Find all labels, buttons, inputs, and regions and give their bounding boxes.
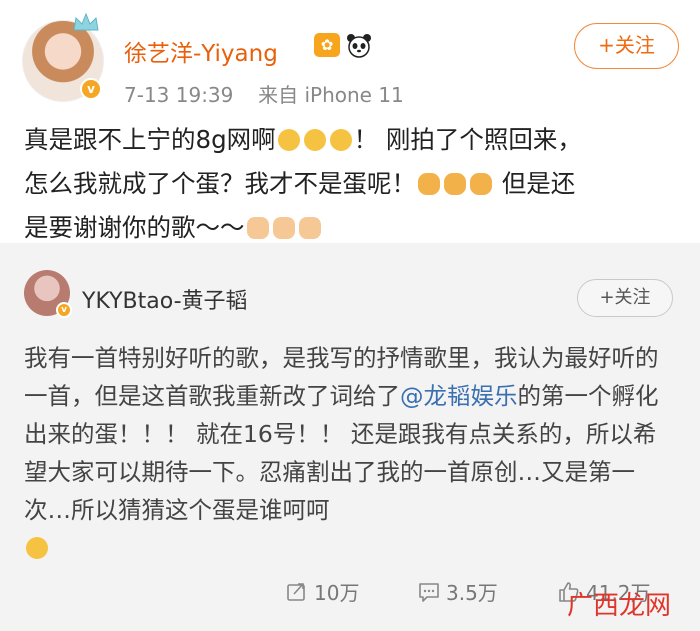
- user-badges: ✿: [314, 33, 372, 59]
- member-badge-icon[interactable]: ✿: [314, 33, 340, 57]
- text-segment: 是要谢谢你的歌～～: [24, 213, 245, 242]
- repost-text: 我有一首特别好听的歌，是我写的抒情歌里，我认为最好听的一首，但是这首歌我重新改了…: [24, 339, 679, 567]
- post-text-line-1: 真是跟不上宁的8g网啊 ！ 刚拍了个照回来，: [24, 118, 674, 162]
- repost-username[interactable]: YKYBtao-黄子韬: [82, 283, 248, 315]
- cheer-emoji-icon: [418, 173, 440, 195]
- handshake-emoji-icon: [298, 217, 321, 239]
- reposted-content[interactable]: v YKYBtao-黄子韬 +关注 我有一首特别好听的歌，是我写的抒情歌里，我认…: [0, 243, 700, 631]
- text-segment: 真是跟不上宁的8g网啊: [24, 125, 276, 154]
- original-post: v 徐艺洋-Yiyang ✿ 7-13 19:39 来自 iPhone 11 +…: [0, 0, 700, 243]
- post-meta: 7-13 19:39 来自 iPhone 11: [124, 79, 404, 108]
- post-username[interactable]: 徐艺洋-Yiyang: [124, 34, 278, 68]
- handshake-emoji-icon: [246, 217, 269, 239]
- verified-badge-icon: v: [56, 302, 72, 318]
- text-segment: ！ 刚拍了个照回来，: [353, 125, 582, 154]
- post-text: 真是跟不上宁的8g网啊 ！ 刚拍了个照回来， 怎么我就成了个蛋？我才不是蛋呢！ 但…: [24, 118, 674, 250]
- watermark-text: 广西龙网: [567, 591, 672, 621]
- post-time: 7-13 19:39: [124, 83, 234, 107]
- panda-icon[interactable]: [346, 33, 372, 59]
- sweat-emoji-icon: [329, 129, 352, 151]
- repost-follow-button[interactable]: +关注: [577, 279, 673, 317]
- repost-button[interactable]: 10万: [286, 577, 359, 606]
- mention-link[interactable]: @龙韬娱乐: [400, 382, 518, 410]
- verified-badge-icon: v: [80, 78, 102, 100]
- post-source: 来自 iPhone 11: [258, 83, 404, 107]
- post-text-line-2: 怎么我就成了个蛋？我才不是蛋呢！ 但是还: [24, 162, 674, 206]
- comment-icon: [419, 582, 439, 602]
- cheer-emoji-icon: [444, 173, 466, 195]
- text-segment: 但是还: [494, 169, 576, 198]
- sweat-emoji-icon: [277, 129, 300, 151]
- repost-count: 10万: [314, 581, 360, 605]
- sweat-emoji-icon: [303, 129, 326, 151]
- comment-button[interactable]: 3.5万: [418, 577, 498, 606]
- comment-count: 3.5万: [446, 581, 498, 605]
- post-avatar-container[interactable]: v: [22, 12, 104, 102]
- cheer-emoji-icon: [470, 173, 492, 195]
- watermark: 广西龙网: [567, 585, 671, 622]
- crown-icon: [73, 12, 99, 31]
- repost-icon: [287, 582, 305, 601]
- shrug-emoji-icon: [26, 537, 48, 559]
- text-segment: 怎么我就成了个蛋？我才不是蛋呢！: [24, 169, 416, 198]
- follow-button[interactable]: +关注: [574, 23, 679, 69]
- handshake-emoji-icon: [272, 217, 295, 239]
